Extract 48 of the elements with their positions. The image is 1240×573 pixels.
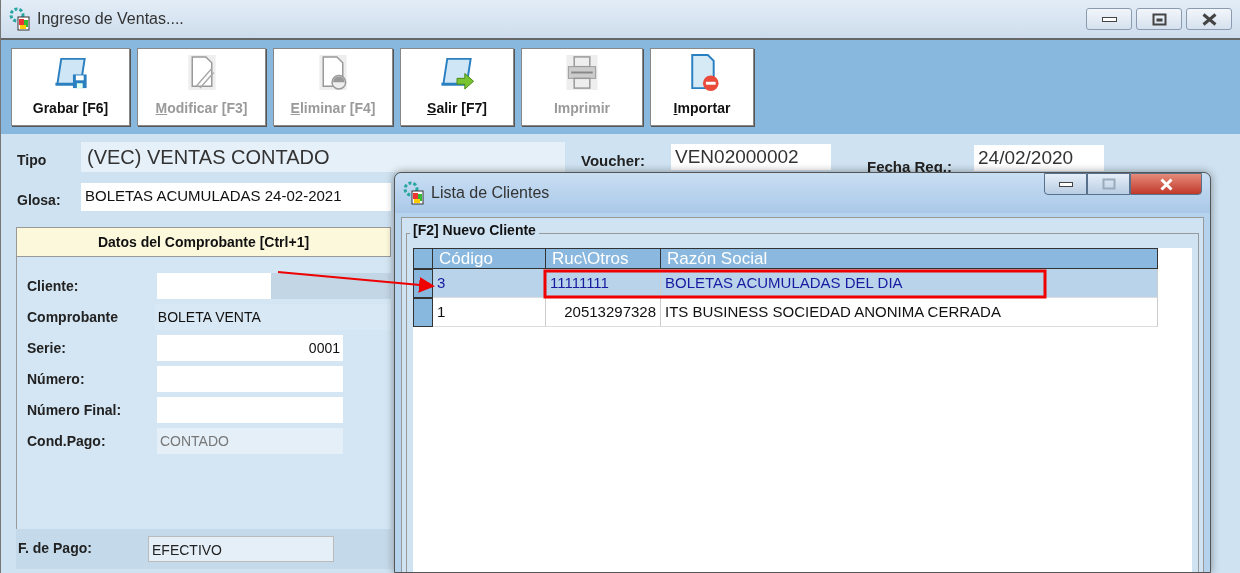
dialog-title: Lista de Clientes xyxy=(431,183,550,203)
app-icon xyxy=(9,7,31,31)
field-label: Comprobante xyxy=(27,307,119,327)
exit-button[interactable]: Salir [F7] xyxy=(400,48,514,126)
input-field[interactable] xyxy=(157,366,343,392)
field-label: Tipo xyxy=(17,151,48,170)
window-title: Ingreso de Ventas.... xyxy=(37,9,184,29)
save-button[interactable]: Grabar [F6] xyxy=(11,48,130,126)
maximize-icon xyxy=(1151,12,1167,26)
description-field: BOLETAS ACUMULADAS 24-02-2021 xyxy=(81,182,391,211)
payment-field: EFECTIVO xyxy=(148,535,334,562)
input-field[interactable]: 0001 xyxy=(157,335,343,361)
minimize-button[interactable] xyxy=(1044,173,1087,195)
dialog-app-icon xyxy=(403,181,425,205)
field-label: Serie: xyxy=(27,338,67,358)
input-field: BOLETA VENTA xyxy=(154,304,391,330)
table-cell: ITS BUSINESS SOCIEDAD ANONIMA CERRADA xyxy=(661,298,1158,327)
type-field: (VEC) VENTAS CONTADO xyxy=(81,142,565,172)
voucher-field: VEN02000002 xyxy=(671,144,831,170)
close-icon xyxy=(1201,12,1217,26)
minimize-icon xyxy=(1057,180,1074,188)
selected-row[interactable]: 3 11111111 BOLETAS ACUMULADAS DEL DIA xyxy=(413,269,1192,298)
import-button[interactable]: Importar xyxy=(650,48,754,126)
field-label: F. de Pago: xyxy=(18,539,93,558)
date-field: 24/02/2020 xyxy=(974,145,1104,171)
maximize-button[interactable] xyxy=(1136,8,1182,30)
field-label: Voucher: xyxy=(581,151,646,171)
table-cell: 20513297328 xyxy=(546,298,661,327)
group-title: [F2] Nuevo Cliente xyxy=(410,222,539,238)
field-label: Glosa: xyxy=(17,190,62,210)
minimize-button[interactable] xyxy=(1086,8,1132,30)
tab[interactable]: Datos del Comprobante [Ctrl+1] xyxy=(16,226,391,257)
input-field[interactable] xyxy=(157,397,343,423)
minimize-icon xyxy=(1100,15,1118,23)
maximize-button[interactable] xyxy=(1087,173,1130,195)
maximize-icon xyxy=(1101,178,1116,190)
field-label: Cond.Pago: xyxy=(27,431,107,451)
close-icon xyxy=(1159,177,1173,191)
close-button[interactable] xyxy=(1130,173,1202,195)
table-cell: 3 xyxy=(433,269,546,298)
field-label: Número: xyxy=(27,369,86,389)
field-label: Número Final: xyxy=(27,400,123,420)
field-label: Cliente: xyxy=(27,276,80,296)
table-cell: 1 xyxy=(433,298,546,327)
input-field: CONTADO xyxy=(157,428,343,454)
close-button[interactable] xyxy=(1186,8,1232,30)
input-field[interactable] xyxy=(156,273,272,299)
row-header xyxy=(413,248,433,269)
